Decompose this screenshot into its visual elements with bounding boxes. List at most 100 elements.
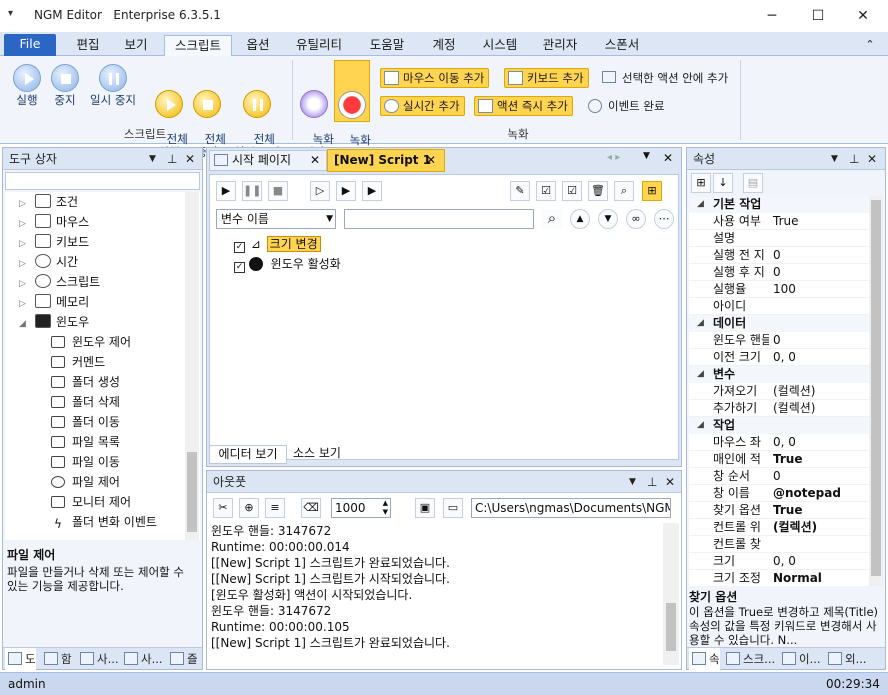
property-value[interactable]: 0 <box>773 332 781 349</box>
categorized-icon[interactable]: ⊞ <box>691 173 711 193</box>
close-tab-icon[interactable]: ✕ <box>426 150 436 171</box>
property-row[interactable]: 설명 <box>689 230 869 247</box>
tree-view-icon[interactable]: ⊞ <box>642 181 662 201</box>
tree-item-condition[interactable]: ▷ 조건 <box>19 192 78 212</box>
tree-item-file-list[interactable]: 파일 목록 <box>51 432 120 452</box>
folder-open-icon[interactable]: ▭ <box>443 498 463 518</box>
tab-properties[interactable]: 속 <box>689 648 720 670</box>
collapse-icon[interactable]: ◢ <box>697 366 704 383</box>
property-row[interactable]: 이전 크기 0, 0 <box>689 349 869 366</box>
tree-item-memory[interactable]: ▷ 메모리 <box>19 292 89 312</box>
infinity-icon[interactable]: ∞ <box>626 209 646 229</box>
action-row-activate-window[interactable]: ✓ 윈도우 활성화 <box>234 255 341 273</box>
close-icon[interactable]: ✕ <box>663 151 673 165</box>
close-icon[interactable]: ✕ <box>867 148 877 170</box>
tree-item-folder-event[interactable]: ϟ 폴더 변화 이벤트 <box>51 512 157 532</box>
scrollbar-thumb[interactable] <box>187 452 197 532</box>
run-script-icon[interactable]: ▶ <box>216 181 236 201</box>
tab-sponsor[interactable]: 스폰서 <box>594 35 650 57</box>
tab-start-page[interactable]: 시작 페이지 ✕ <box>209 150 327 171</box>
property-value[interactable]: 0 <box>773 468 781 485</box>
property-category[interactable]: ◢ 작업 <box>689 417 869 434</box>
maximize-button[interactable]: ☐ <box>798 4 838 28</box>
add-mouse-move-button[interactable]: 마우스 이동 추가 <box>380 68 490 88</box>
property-category[interactable]: ◢ 데이터 <box>689 315 869 332</box>
check-icon[interactable]: ☑ <box>562 181 582 201</box>
tab-new-script-1[interactable]: [New] Script 1 ✕ <box>327 149 445 172</box>
pause-script-icon[interactable]: ❚❚ <box>242 181 262 201</box>
scrollbar-thumb[interactable] <box>666 603 676 651</box>
checkbox[interactable]: ✓ <box>234 242 245 253</box>
property-row[interactable]: 창 이름 @notepad <box>689 485 869 502</box>
tab-view[interactable]: 보기 <box>114 35 158 57</box>
file-menu[interactable]: File <box>4 34 56 56</box>
variable-select[interactable]: 변수 이름 ▼ <box>216 209 336 229</box>
tree-item-window[interactable]: ◢ 윈도우 <box>19 312 89 332</box>
tab-favorites[interactable]: 즐 <box>167 648 198 670</box>
property-value[interactable]: (컬렉션) <box>773 400 815 417</box>
property-row[interactable]: 사용 여부 True <box>689 213 869 230</box>
minimize-button[interactable]: ─ <box>752 4 792 28</box>
collapse-icon[interactable]: ◢ <box>697 417 704 434</box>
collapse-ribbon-icon[interactable]: ⌃ <box>860 35 880 57</box>
property-category[interactable]: ◢ 변수 <box>689 366 869 383</box>
tree-item-file-control[interactable]: 파일 제어 <box>51 472 120 492</box>
run-selected-icon[interactable]: ▶ <box>362 181 382 201</box>
tree-item-window-control[interactable]: 윈도우 제어 <box>51 332 131 352</box>
property-value[interactable]: 0, 0 <box>773 434 796 451</box>
property-value[interactable]: True <box>773 451 802 468</box>
pin-icon[interactable]: ⊥ <box>647 471 657 493</box>
add-keyboard-button[interactable]: 키보드 추가 <box>504 68 589 88</box>
run-from-icon[interactable]: ▶ <box>336 181 356 201</box>
tab-user-functions[interactable]: 사... <box>121 648 163 670</box>
save-icon[interactable]: ▣ <box>415 498 435 518</box>
dropdown-icon[interactable]: ▼ <box>831 148 838 170</box>
tree-item-monitor-control[interactable]: 모니터 제어 <box>51 492 131 512</box>
tree-item-move-file[interactable]: 파일 이동 <box>51 452 120 472</box>
scroll-left-icon[interactable]: ◂ ▸ <box>607 152 620 163</box>
tree-item-mouse[interactable]: ▷ 마우스 <box>19 212 89 232</box>
tab-editor-view[interactable]: 에디터 보기 <box>209 445 287 464</box>
collapse-icon[interactable]: ◢ <box>697 196 704 213</box>
edit-icon[interactable]: ✎ <box>510 181 530 201</box>
delete-icon[interactable]: 🗑 <box>588 181 608 201</box>
add-in-selected-button[interactable]: 선택한 액션 안에 추가 <box>602 70 728 86</box>
clear-output-icon[interactable]: ✂ <box>213 498 233 518</box>
move-down-icon[interactable]: ▼ <box>598 209 618 229</box>
dropdown-icon[interactable]: ▼ <box>629 471 636 493</box>
system-menu-icon[interactable]: ▾ <box>8 8 13 19</box>
add-realtime-button[interactable]: 실시간 추가 <box>380 96 465 116</box>
tab-source-view[interactable]: 소스 보기 <box>287 445 347 464</box>
property-value[interactable]: 100 <box>773 281 796 298</box>
run-button[interactable]: 실행 <box>8 64 46 107</box>
tab-admin[interactable]: 관리자 <box>532 35 588 57</box>
property-row[interactable]: 컨트롤 위 (컬렉션) <box>689 519 869 536</box>
dropdown-icon[interactable]: ▼ <box>643 151 650 161</box>
stop-button[interactable]: 중지 <box>48 64 82 107</box>
new-output-icon[interactable]: ⊕ <box>239 498 259 518</box>
stop-script-icon[interactable]: ■ <box>268 181 288 201</box>
property-row[interactable]: 추가하기 (컬렉션) <box>689 400 869 417</box>
tree-item-keyboard[interactable]: ▷ 키보드 <box>19 232 89 252</box>
tab-system[interactable]: 시스템 <box>472 35 528 57</box>
close-tab-icon[interactable]: ✕ <box>310 151 320 170</box>
property-value[interactable]: 0, 0 <box>773 553 796 570</box>
toolbox-scrollbar[interactable] <box>185 192 199 540</box>
tab-edit[interactable]: 편집 <box>66 35 110 57</box>
pause-button[interactable]: 일시 중지 <box>86 64 140 107</box>
step-icon[interactable]: ▷ <box>310 181 330 201</box>
tree-item-delete-folder[interactable]: 폴더 삭제 <box>51 392 120 412</box>
property-value[interactable]: True <box>773 213 799 230</box>
property-row[interactable]: 마우스 좌 0, 0 <box>689 434 869 451</box>
property-row[interactable]: 실행 전 지 0 <box>689 247 869 264</box>
property-row[interactable]: 크기 0, 0 <box>689 553 869 570</box>
close-icon[interactable]: ✕ <box>665 471 675 493</box>
property-value[interactable]: 0 <box>773 247 781 264</box>
line-count-stepper[interactable]: 1000 ▲ ▼ <box>331 498 391 518</box>
close-button[interactable]: ✕ <box>843 4 883 28</box>
property-category[interactable]: ◢ 기본 작업 <box>689 196 869 213</box>
collapse-icon[interactable]: ◢ <box>697 315 704 332</box>
tree-item-script[interactable]: ▷ 스크립트 <box>19 272 100 292</box>
sort-az-icon[interactable]: ↓ <box>713 173 733 193</box>
scrollbar-thumb[interactable] <box>871 200 881 576</box>
